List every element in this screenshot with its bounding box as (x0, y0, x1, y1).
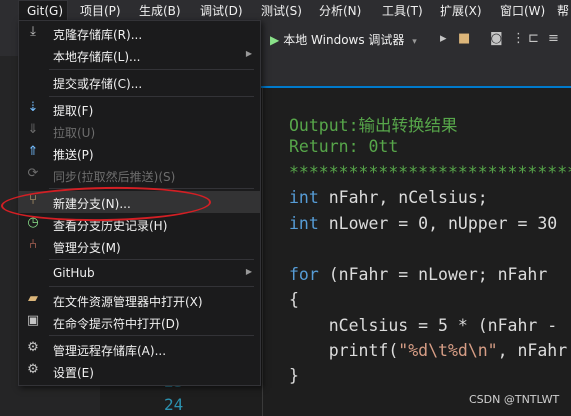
format-icon[interactable]: ≡ (548, 31, 559, 46)
menu-tools[interactable]: 工具(T) (382, 0, 423, 22)
commit-or-stash-item[interactable]: 提交或存储(C)... (19, 71, 260, 93)
code-line-decl-1: int nFahr, nCelsius; (289, 188, 488, 207)
start-debugging-button[interactable]: ▶ 本地 Windows 调试器 ▾ (270, 31, 417, 48)
pull-item[interactable]: ⇓ 拉取(U) (19, 120, 260, 142)
menu-item-label: 在文件资源管理器中打开(X) (53, 295, 203, 309)
sync-item[interactable]: ⟳ 同步(拉取然后推送)(S) (19, 164, 260, 186)
clone-repository-item[interactable]: ⤓ 克隆存储库(R)... (19, 22, 260, 44)
menu-item-label: 设置(E) (53, 366, 94, 380)
line-number: 24 (164, 395, 184, 414)
clone-icon: ⤓ (30, 24, 36, 39)
settings-icon: ⚙ (27, 362, 39, 377)
menu-item-label: 拉取(U) (53, 126, 96, 140)
watermark: CSDN @TNTLWT (469, 393, 560, 406)
menu-extensions[interactable]: 扩展(X) (440, 0, 482, 22)
code-line-brace-close: } (289, 366, 299, 385)
menu-item-label: 管理远程存储库(A)... (53, 344, 167, 358)
code-line-brace-open: { (289, 290, 299, 309)
menu-item-label: 提交或存储(C)... (53, 77, 143, 91)
code-line-assign: nCelsius = 5 * (nFahr - (289, 316, 558, 335)
play-icon: ▶ (270, 33, 280, 47)
push-item[interactable]: ⇑ 推送(P) (19, 142, 260, 164)
github-item[interactable]: GitHub ▶ (19, 262, 260, 284)
menu-item-label: 在命令提示符中打开(D) (53, 317, 180, 331)
run-target-label: 本地 Windows 调试器 (283, 33, 405, 47)
manage-branches-item[interactable]: ⑃ 管理分支(M) (19, 235, 260, 257)
code-line-for: for (nFahr = nLower; nFahr (289, 265, 548, 284)
menu-item-label: 克隆存储库(R)... (53, 28, 143, 42)
menu-separator (49, 96, 254, 97)
menu-build[interactable]: 生成(B) (139, 0, 181, 22)
menu-item-label: 提取(F) (53, 104, 94, 118)
terminal-icon: ▣ (26, 313, 40, 328)
document-tab-strip (260, 56, 571, 88)
code-line-comment-stars: ***************************** (289, 163, 571, 182)
menu-separator (49, 335, 254, 336)
camera-icon[interactable]: ◙ (490, 31, 503, 46)
folder-open-icon: ▰ (28, 291, 38, 306)
breakpoint-icon[interactable]: ⋮ (512, 31, 525, 46)
sync-icon: ⟳ (27, 166, 39, 181)
submenu-arrow-icon: ▶ (245, 49, 252, 58)
code-line-printf: printf("%d\t%d\n", nFahr (289, 341, 568, 360)
menu-item-label: 本地存储库(L)... (53, 50, 141, 64)
pull-icon: ⇓ (27, 122, 39, 137)
menu-item-label: GitHub (53, 266, 95, 280)
manage-branches-icon: ⑃ (29, 237, 37, 252)
open-in-command-prompt-item[interactable]: ▣ 在命令提示符中打开(D) (19, 311, 260, 333)
menu-separator (49, 286, 254, 287)
indent-guide (262, 88, 263, 416)
menu-analyze[interactable]: 分析(N) (319, 0, 361, 22)
chevron-down-icon: ▾ (412, 37, 417, 47)
step-icon[interactable]: ⊏ (528, 31, 539, 46)
menu-item-label: 推送(P) (53, 148, 94, 162)
manage-remotes-item[interactable]: ⚙ 管理远程存储库(A)... (19, 338, 260, 360)
menu-separator (49, 259, 254, 260)
local-repositories-item[interactable]: 本地存储库(L)... ▶ (19, 44, 260, 66)
menu-debug[interactable]: 调试(D) (200, 0, 243, 22)
code-line-comment-return: Return: 0tt (289, 137, 399, 156)
push-icon: ⇑ (27, 144, 39, 159)
code-line-decl-2: int nLower = 0, nUpper = 30 (289, 214, 558, 233)
menu-help[interactable]: 帮 (557, 0, 569, 22)
menu-separator (49, 69, 254, 70)
menu-item-label: 同步(拉取然后推送)(S) (53, 170, 176, 184)
menu-item-label: 管理分支(M) (53, 241, 121, 255)
folder-icon[interactable]: ■ (458, 31, 470, 46)
attach-icon[interactable]: ▸ (440, 31, 447, 46)
code-line-comment-output: Output:输出转换结果 (289, 116, 458, 135)
menu-project[interactable]: 项目(P) (80, 0, 121, 22)
open-in-explorer-item[interactable]: ▰ 在文件资源管理器中打开(X) (19, 289, 260, 311)
submenu-arrow-icon: ▶ (245, 267, 252, 276)
settings-item[interactable]: ⚙ 设置(E) (19, 360, 260, 382)
fetch-item[interactable]: ⇣ 提取(F) (19, 98, 260, 120)
fetch-icon: ⇣ (27, 100, 39, 115)
menu-git[interactable]: Git(G) (18, 0, 68, 22)
menu-window[interactable]: 窗口(W) (500, 0, 545, 22)
menu-test[interactable]: 测试(S) (261, 0, 302, 22)
menu-bar: Git(G) 项目(P) 生成(B) 调试(D) 测试(S) 分析(N) 工具(… (0, 0, 571, 22)
gear-icon: ⚙ (27, 340, 39, 355)
